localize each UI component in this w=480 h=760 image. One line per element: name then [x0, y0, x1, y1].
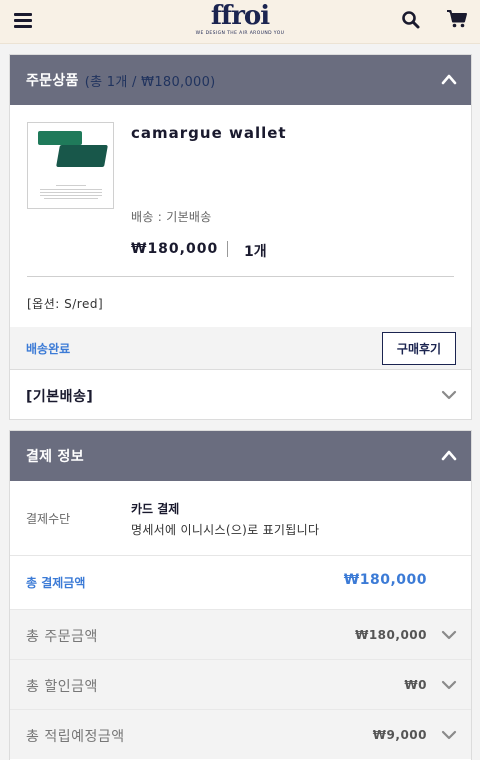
logo-text: ffroi	[210, 1, 270, 31]
delivery-status: 배송완료	[26, 342, 71, 356]
wallet-image-part	[38, 131, 82, 145]
payment-panel-title: 결제 정보	[26, 449, 84, 465]
thumbnail-caption-line	[44, 198, 98, 199]
payment-method-note: 명세서에 이니시스(으)로 표기됩니다	[131, 523, 320, 537]
summary-value: ₩9,000	[372, 728, 427, 742]
search-icon[interactable]	[401, 10, 421, 30]
order-panel-header[interactable]: 주문상품 (총 1개 / ₩180,000)	[10, 55, 471, 105]
logo-tagline: WE DESIGN THE AIR AROUND YOU	[195, 31, 285, 36]
wallet-image-part	[56, 145, 108, 167]
shipping-group-row[interactable]: [기본배송]	[10, 369, 471, 419]
total-payment-row: 총 결제금액 ₩180,000	[10, 556, 471, 609]
order-panel-title: 주문상품	[26, 73, 79, 89]
shipping-group-label: [기본배송]	[26, 389, 94, 405]
product-option: [옵션: S/red]	[27, 297, 104, 311]
chevron-up-icon[interactable]	[441, 73, 457, 85]
summary-row-discount[interactable]: 총 할인금액 ₩0	[10, 659, 471, 709]
product-thumbnail[interactable]	[27, 122, 114, 209]
write-review-button[interactable]: 구매후기	[382, 332, 456, 365]
payment-method-value: 카드 결제	[131, 502, 180, 516]
summary-value: ₩180,000	[355, 628, 427, 642]
chevron-down-icon[interactable]	[441, 729, 457, 741]
product-shipping: 배송 : 기본배송	[131, 210, 212, 224]
product-quantity: 1개	[244, 244, 267, 260]
product-item: camargue wallet 배송 : 기본배송 ₩180,000 1개 [옵…	[10, 105, 471, 327]
thumbnail-caption-line	[40, 195, 102, 196]
order-items-panel: 주문상품 (총 1개 / ₩180,000) camargue wallet 배…	[9, 54, 472, 420]
product-price: ₩180,000	[131, 241, 219, 257]
total-payment-value: ₩180,000	[343, 572, 427, 588]
thumbnail-caption-line	[56, 185, 86, 186]
price-quantity-divider	[227, 241, 228, 257]
payment-method-label: 결제수단	[26, 512, 71, 526]
chevron-down-icon[interactable]	[441, 679, 457, 691]
total-payment-label: 총 결제금액	[26, 576, 86, 590]
payment-panel-header[interactable]: 결제 정보	[10, 431, 471, 481]
summary-value: ₩0	[404, 678, 427, 692]
summary-row-order-amount[interactable]: 총 주문금액 ₩180,000	[10, 609, 471, 659]
chevron-down-icon[interactable]	[441, 389, 457, 401]
brand-logo[interactable]: ffroi WE DESIGN THE AIR AROUND YOU	[190, 2, 290, 40]
summary-label: 총 적립예정금액	[26, 729, 125, 745]
cart-icon[interactable]	[446, 9, 468, 29]
summary-label: 총 할인금액	[26, 679, 98, 695]
payment-info-panel: 결제 정보 결제수단 카드 결제 명세서에 이니시스(으)로 표기됩니다 총 결…	[9, 430, 472, 760]
product-divider	[27, 276, 454, 277]
thumbnail-caption-line	[40, 189, 102, 190]
order-panel-summary: (총 1개 / ₩180,000)	[84, 74, 216, 90]
summary-row-reward-points[interactable]: 총 적립예정금액 ₩9,000	[10, 709, 471, 759]
product-name[interactable]: camargue wallet	[131, 124, 287, 142]
delivery-status-row: 배송완료 구매후기	[10, 327, 471, 369]
menu-icon[interactable]	[14, 12, 34, 28]
chevron-down-icon[interactable]	[441, 629, 457, 641]
top-header: ffroi WE DESIGN THE AIR AROUND YOU	[0, 0, 480, 44]
payment-method-row: 결제수단 카드 결제 명세서에 이니시스(으)로 표기됩니다	[10, 481, 471, 556]
chevron-up-icon[interactable]	[441, 449, 457, 461]
summary-label: 총 주문금액	[26, 629, 98, 645]
thumbnail-caption-line	[40, 192, 102, 193]
